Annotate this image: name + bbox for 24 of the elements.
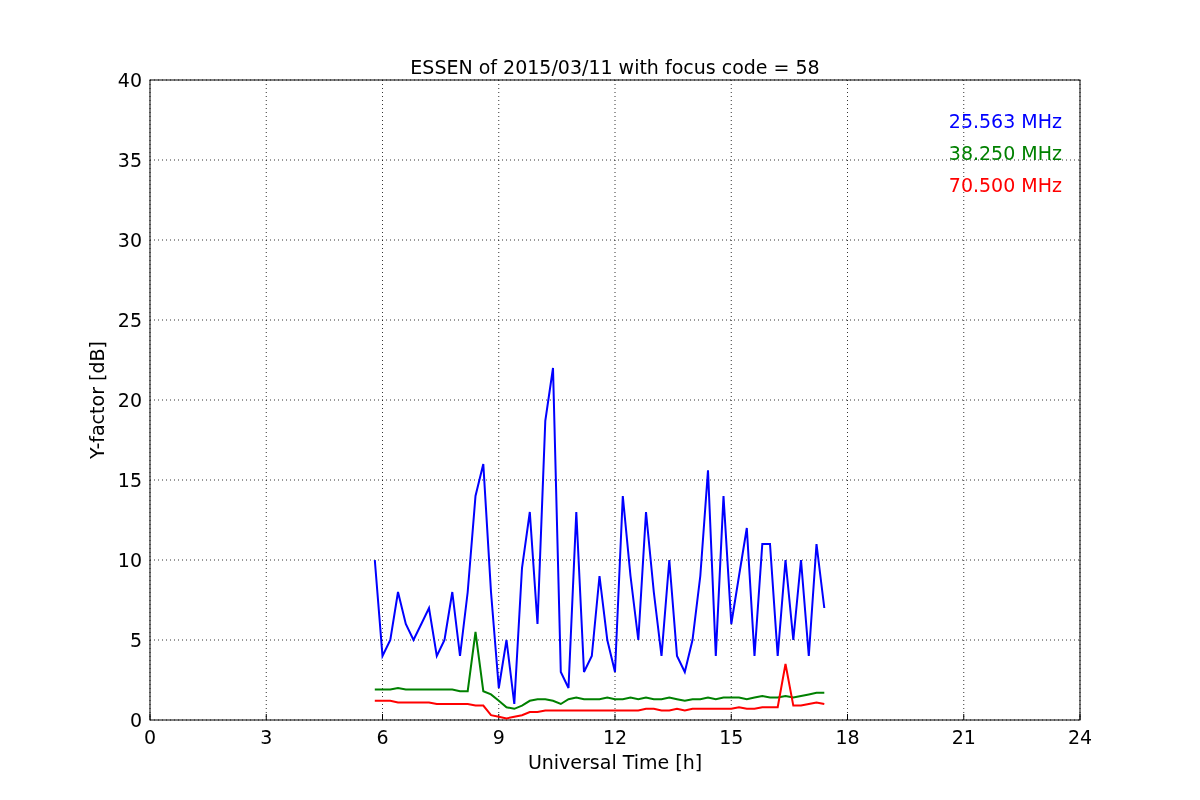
x-tick-label: 21: [951, 726, 976, 748]
y-tick-label: 15: [117, 469, 142, 491]
y-tick-label: 25: [117, 309, 142, 331]
x-tick-label: 24: [1067, 726, 1093, 748]
legend-label: 70.500 MHz: [948, 174, 1062, 196]
y-tick-label: 10: [117, 549, 142, 571]
x-axis-label: Universal Time [h]: [527, 751, 703, 773]
y-tick-label: 5: [129, 629, 142, 651]
y-axis-label: Y-factor [dB]: [86, 341, 108, 459]
chart-title: ESSEN of 2015/03/11 with focus code = 58: [410, 56, 820, 78]
x-tick-label: 9: [492, 726, 505, 748]
y-tick-label: 35: [117, 149, 142, 171]
y-tick-label: 30: [117, 229, 142, 251]
legend-label: 38.250 MHz: [948, 142, 1062, 164]
x-tick-label: 18: [835, 726, 860, 748]
y-tick-label: 40: [117, 69, 142, 91]
x-tick-label: 12: [602, 726, 628, 748]
y-tick-label: 20: [117, 389, 142, 411]
y-tick-label: 0: [129, 709, 142, 731]
x-tick-label: 6: [376, 726, 389, 748]
x-tick-label: 15: [719, 726, 744, 748]
x-tick-label: 0: [143, 726, 157, 748]
x-tick-label: 3: [260, 726, 273, 748]
legend-label: 25.563 MHz: [948, 110, 1062, 132]
